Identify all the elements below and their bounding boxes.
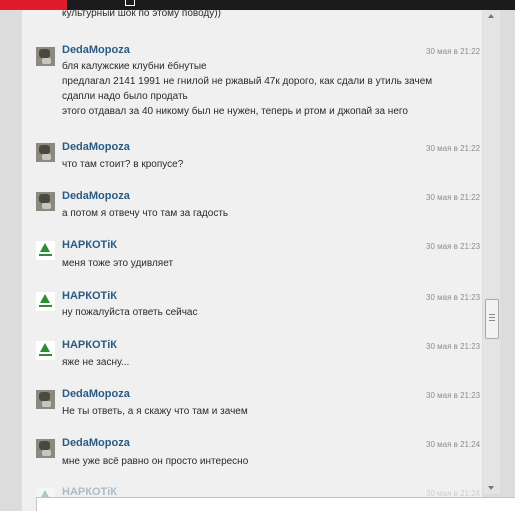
message-line: яже не засну... (62, 357, 130, 368)
message-line: ну пожалуйста ответь сейчас (62, 307, 198, 318)
author-name[interactable]: DedaMopoza (62, 141, 130, 153)
grip-line (489, 317, 495, 318)
author-name[interactable]: DedaMopoza (62, 190, 130, 202)
message-line: предлагал 2141 1991 не гнилой не ржавый … (62, 76, 433, 87)
scroll-down-icon[interactable] (483, 482, 500, 494)
avatar[interactable] (36, 341, 55, 360)
message-time: 30 мая в 21:23 (426, 293, 481, 302)
author-name[interactable]: НАРКОТіК (62, 339, 117, 351)
message-line: а потом я отвечу что там за гадость (62, 208, 229, 219)
message-line: мне уже всё равно он просто интересно (62, 456, 249, 467)
message-time: 30 мая в 21:22 (426, 47, 481, 56)
author-name[interactable]: DedaMopoza (62, 437, 130, 449)
author-name[interactable]: DedaMopoza (62, 388, 130, 400)
message-line: Не ты ответь, а я скажу что там и зачем (62, 406, 248, 417)
chat-history: культурный шок по этому поводу)) DedaMop… (22, 10, 482, 511)
avatar[interactable] (36, 390, 55, 409)
avatar[interactable] (36, 192, 55, 211)
avatar[interactable] (36, 241, 55, 260)
scroll-up-icon[interactable] (483, 10, 500, 22)
message-time: 30 мая в 21:23 (426, 391, 481, 400)
message-time: 30 мая в 21:22 (426, 144, 481, 153)
message-time: 30 мая в 21:24 (426, 440, 481, 449)
top-navigation-bar (0, 0, 515, 10)
author-name[interactable]: DedaMopoza (62, 44, 130, 56)
message-input[interactable] (36, 497, 515, 511)
message-line: сдапли надо было продать (62, 91, 188, 102)
message-line: культурный шок по этому поводу)) (62, 10, 221, 19)
grip-line (489, 320, 495, 321)
message-time: 30 мая в 21:23 (426, 342, 481, 351)
message-line: бля калужские клубни ёбнутые (62, 61, 207, 72)
author-name[interactable]: НАРКОТіК (62, 239, 117, 251)
chat-scrollbar[interactable] (483, 10, 500, 494)
message-time: 30 мая в 21:23 (426, 242, 481, 251)
message-line: этого отдавал за 40 никому был не нужен,… (62, 106, 408, 117)
message-time: 30 мая в 21:22 (426, 193, 481, 202)
avatar[interactable] (36, 292, 55, 311)
grip-line (489, 314, 495, 315)
menu-icon[interactable] (125, 0, 135, 6)
avatar[interactable] (36, 47, 55, 66)
message-line: меня тоже это удивляет (62, 258, 174, 269)
avatar[interactable] (36, 439, 55, 458)
brand-tab[interactable] (0, 0, 67, 10)
message-line: что там стоит? в кропусе? (62, 159, 184, 170)
avatar[interactable] (36, 143, 55, 162)
scrollbar-thumb[interactable] (485, 299, 499, 339)
author-name[interactable]: НАРКОТіК (62, 290, 117, 302)
